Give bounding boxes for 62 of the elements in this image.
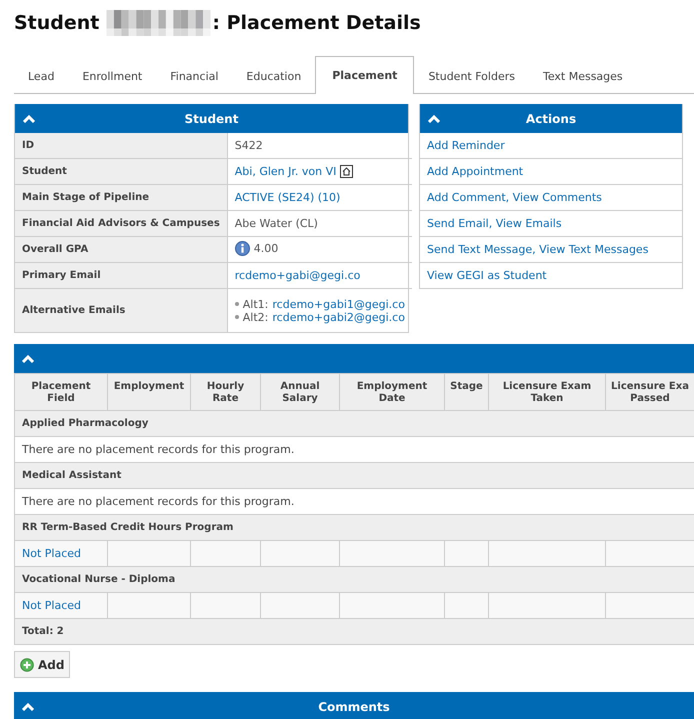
tab[interactable]: Lead bbox=[14, 57, 68, 94]
column-header: Employment bbox=[108, 374, 190, 410]
action-link[interactable]: View GEGI as Student bbox=[427, 269, 547, 282]
action-link[interactable]: Send Text Message, View Text Messages bbox=[427, 243, 648, 256]
page-title: Student bbox=[14, 12, 100, 34]
collapse-icon[interactable] bbox=[22, 702, 34, 710]
field-label: Main Stage of Pipeline bbox=[15, 184, 228, 210]
group-row: Vocational Nurse - Diploma bbox=[14, 566, 694, 592]
panel-title: Student bbox=[184, 112, 240, 126]
action-link[interactable]: Send Email, View Emails bbox=[427, 217, 562, 230]
field-label: Alternative Emails bbox=[15, 288, 228, 332]
field-label: Overall GPA bbox=[15, 236, 228, 262]
email-link[interactable]: rcdemo+gabi2@gegi.co bbox=[272, 310, 405, 324]
empty-message: There are no placement records for this program. bbox=[14, 436, 694, 462]
column-header: Hourly Rate bbox=[190, 374, 260, 410]
action-link[interactable]: Add Comment, View Comments bbox=[427, 191, 602, 204]
total-row: Total: 2 bbox=[14, 618, 694, 644]
tab[interactable]: Text Messages bbox=[528, 57, 637, 94]
group-row: Medical Assistant bbox=[14, 462, 694, 488]
tab[interactable]: Financial bbox=[156, 57, 232, 94]
page-title: : Placement Details bbox=[212, 12, 421, 34]
email-label: Alt2: bbox=[242, 310, 268, 324]
table-cell bbox=[190, 592, 260, 618]
plus-icon bbox=[20, 658, 34, 672]
placement-link[interactable]: Not Placed bbox=[22, 547, 81, 560]
collapse-icon[interactable] bbox=[23, 114, 35, 122]
column-header: Licensure Exam Taken bbox=[488, 374, 606, 410]
bullet-icon bbox=[234, 302, 239, 306]
table-cell bbox=[444, 592, 488, 618]
panel-title: Actions bbox=[524, 112, 578, 126]
placement-link[interactable]: Not Placed bbox=[22, 599, 81, 612]
field-label: Student bbox=[15, 158, 228, 184]
empty-message: There are no placement records for this program. bbox=[14, 488, 694, 514]
bullet-icon bbox=[234, 315, 239, 319]
column-header: Licensure Exa Passed bbox=[606, 374, 694, 410]
home-icon[interactable] bbox=[340, 165, 354, 178]
table-cell bbox=[444, 540, 488, 566]
panel-title: Comments bbox=[317, 700, 391, 714]
tab[interactable]: Student Folders bbox=[414, 57, 529, 94]
field-value: 4.00 bbox=[254, 242, 278, 254]
action-link[interactable]: Add Reminder bbox=[427, 139, 505, 152]
tab[interactable]: Placement bbox=[315, 56, 414, 94]
tab[interactable]: Enrollment bbox=[68, 57, 156, 94]
action-link[interactable]: Add Appointment bbox=[427, 165, 524, 178]
field-label: Financial Aid Advisors & Campuses bbox=[15, 210, 228, 236]
column-header: Annual Salary bbox=[260, 374, 340, 410]
column-header: Placement Field bbox=[14, 374, 108, 410]
add-button[interactable]: Add bbox=[14, 651, 70, 678]
group-row: Applied Pharmacology bbox=[14, 410, 694, 436]
column-header: Stage bbox=[444, 374, 488, 410]
info-icon[interactable] bbox=[234, 240, 250, 256]
collapse-icon[interactable] bbox=[428, 114, 440, 122]
field-label: Primary Email bbox=[15, 262, 228, 288]
email-label: Alt1: bbox=[242, 298, 268, 310]
collapse-icon[interactable] bbox=[22, 354, 34, 362]
field-value: S422 bbox=[227, 133, 412, 158]
column-header: Employment Date bbox=[340, 374, 444, 410]
tab[interactable]: Education bbox=[232, 57, 316, 94]
group-row: RR Term-Based Credit Hours Program bbox=[14, 514, 694, 540]
field-label: ID bbox=[15, 133, 228, 158]
email-link[interactable]: rcdemo+gabi1@gegi.co bbox=[272, 298, 405, 310]
table-cell bbox=[190, 540, 260, 566]
